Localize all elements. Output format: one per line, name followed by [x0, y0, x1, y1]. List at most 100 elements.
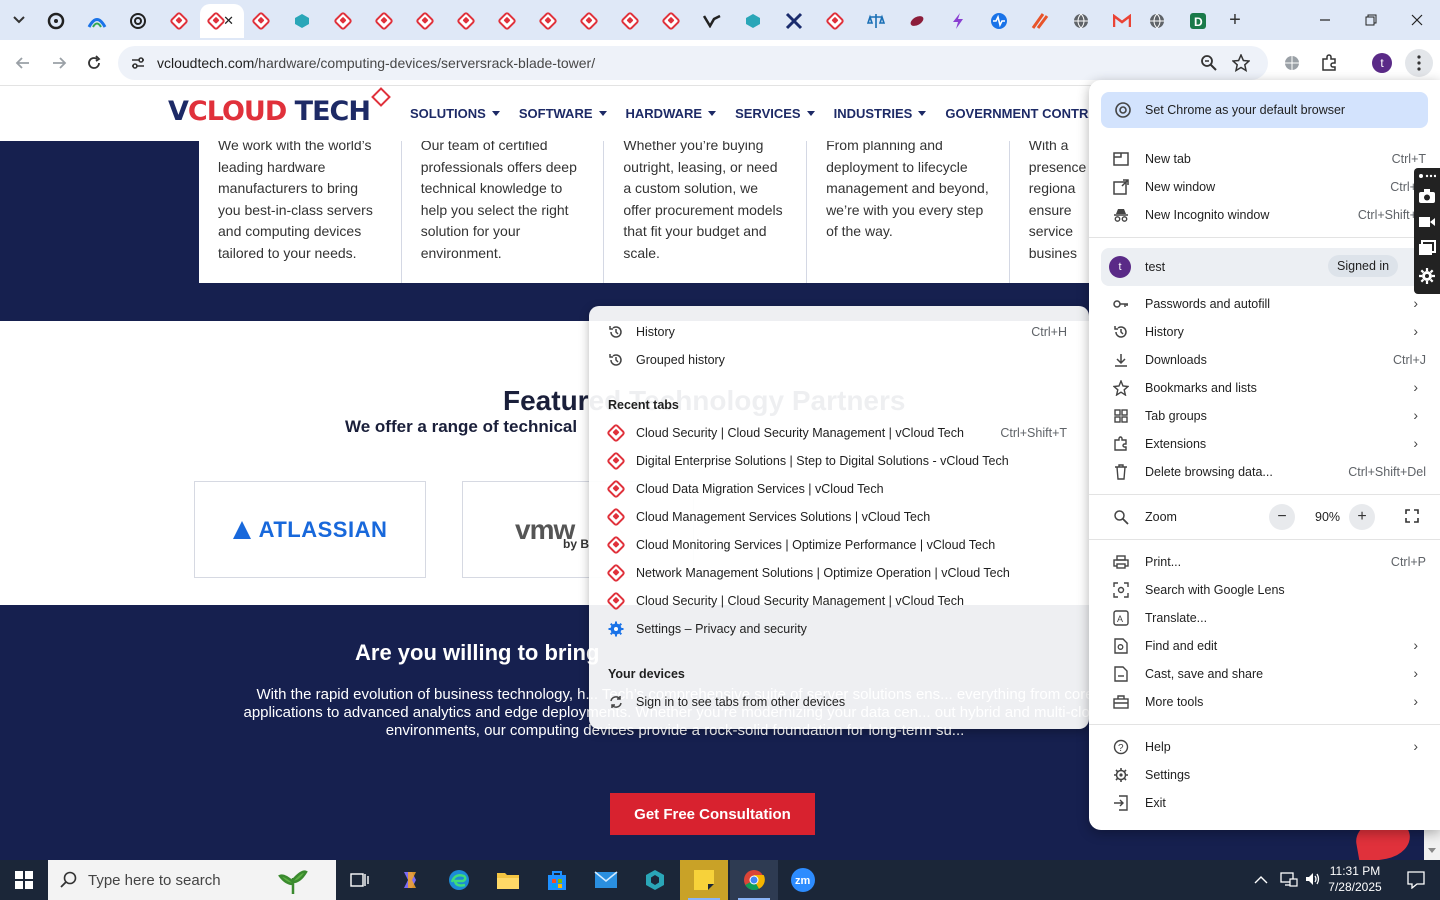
cast-save-share-item[interactable]: Cast, save and share ›: [1089, 660, 1440, 688]
new-window-item[interactable]: New window Ctrl+N: [1089, 173, 1440, 201]
recent-tab-item[interactable]: Cloud Monitoring Services | Optimize Per…: [589, 531, 1089, 559]
tab[interactable]: [159, 4, 199, 38]
chrome-app[interactable]: [730, 860, 778, 900]
nav-solutions[interactable]: SOLUTIONS: [410, 106, 500, 121]
chrome-menu-button[interactable]: [1405, 49, 1433, 77]
exit-item[interactable]: Exit: [1089, 789, 1440, 817]
tab[interactable]: [36, 4, 76, 38]
tab[interactable]: [1061, 4, 1101, 38]
recent-tab-item[interactable]: Cloud Security | Cloud Security Manageme…: [589, 587, 1089, 615]
tab[interactable]: [610, 4, 650, 38]
extensions-item[interactable]: Extensions ›: [1089, 430, 1440, 458]
recent-tab-item[interactable]: Digital Enterprise Solutions | Step to D…: [589, 447, 1089, 475]
tab[interactable]: [405, 4, 445, 38]
window-capture-icon[interactable]: [1417, 238, 1437, 258]
tab[interactable]: [323, 4, 363, 38]
bookmark-star-icon[interactable]: [1231, 53, 1251, 75]
video-icon[interactable]: [1417, 212, 1437, 232]
print-item[interactable]: Print... Ctrl+P: [1089, 548, 1440, 576]
task-view-button[interactable]: [336, 860, 384, 900]
partner-card-atlassian[interactable]: ATLASSIAN: [194, 481, 426, 578]
scroll-down-icon[interactable]: [1424, 846, 1440, 856]
bookmarks-item[interactable]: Bookmarks and lists ›: [1089, 374, 1440, 402]
tab[interactable]: [815, 4, 855, 38]
tab-active[interactable]: ✕: [200, 4, 244, 38]
nav-industries[interactable]: INDUSTRIES: [834, 106, 927, 121]
google-lens-item[interactable]: Search with Google Lens: [1089, 576, 1440, 604]
tab[interactable]: [118, 4, 158, 38]
notifications-button[interactable]: [1392, 860, 1440, 900]
passwords-item[interactable]: Passwords and autofill ›: [1089, 290, 1440, 318]
profile-item[interactable]: t test Signed in ›: [1101, 248, 1440, 286]
camera-icon[interactable]: [1417, 186, 1437, 206]
network-icon[interactable]: [1280, 871, 1298, 890]
tab[interactable]: [364, 4, 404, 38]
new-incognito-item[interactable]: New Incognito window Ctrl+Shift+N: [1089, 201, 1440, 229]
recent-settings-item[interactable]: Settings – Privacy and security: [589, 615, 1089, 643]
tab[interactable]: [774, 4, 814, 38]
set-default-browser-button[interactable]: Set Chrome as your default browser: [1101, 92, 1428, 128]
mail-app[interactable]: [582, 860, 630, 900]
extensions-button[interactable]: [1316, 50, 1342, 76]
history-item[interactable]: History ›: [1089, 318, 1440, 346]
copilot-app[interactable]: [386, 860, 434, 900]
zoom-app[interactable]: zm: [779, 860, 827, 900]
tab[interactable]: [856, 4, 896, 38]
tab[interactable]: [651, 4, 691, 38]
start-button[interactable]: [0, 860, 48, 900]
minimize-button[interactable]: [1310, 8, 1340, 32]
forward-button[interactable]: [46, 50, 72, 76]
downloads-item[interactable]: Downloads Ctrl+J: [1089, 346, 1440, 374]
delete-browsing-data-item[interactable]: Delete browsing data... Ctrl+Shift+Del: [1089, 458, 1440, 486]
nav-software[interactable]: SOFTWARE: [519, 106, 607, 121]
tab[interactable]: D: [1178, 4, 1218, 38]
store-app[interactable]: [533, 860, 581, 900]
tab[interactable]: [77, 4, 117, 38]
fullscreen-button[interactable]: [1405, 509, 1419, 526]
tab[interactable]: [446, 4, 486, 38]
url-text[interactable]: vcloudtech.com/hardware/computing-device…: [157, 55, 595, 71]
profile-button[interactable]: t: [1369, 50, 1395, 76]
tab[interactable]: [241, 4, 281, 38]
clock[interactable]: 11:31 PM 7/28/2025: [1318, 863, 1392, 895]
sticky-notes-app[interactable]: [680, 860, 728, 900]
tab[interactable]: [487, 4, 527, 38]
tab[interactable]: [1020, 4, 1060, 38]
find-and-edit-item[interactable]: Find and edit ›: [1089, 632, 1440, 660]
new-tab-item[interactable]: New tab Ctrl+T: [1089, 145, 1440, 173]
grouped-history-item[interactable]: Grouped history: [589, 346, 1089, 374]
settings-item[interactable]: Settings: [1089, 761, 1440, 789]
translate-extension-button[interactable]: [1279, 50, 1305, 76]
pinned-app[interactable]: [631, 860, 679, 900]
close-tab-icon[interactable]: ✕: [223, 13, 234, 29]
chevron-up-icon[interactable]: [1254, 873, 1268, 888]
nav-hardware[interactable]: HARDWARE: [626, 106, 717, 121]
nav-services[interactable]: SERVICES: [735, 106, 815, 121]
tab-search-button[interactable]: [6, 8, 32, 32]
zoom-in-button[interactable]: +: [1349, 504, 1375, 530]
get-free-consultation-button[interactable]: Get Free Consultation: [610, 793, 815, 835]
vcloud-logo[interactable]: VCLOUD TECH: [168, 87, 391, 132]
taskbar-search-box[interactable]: Type here to search: [48, 860, 336, 900]
tab[interactable]: [1102, 4, 1142, 38]
restore-button[interactable]: [1356, 8, 1386, 32]
back-button[interactable]: [10, 50, 36, 76]
edge-app[interactable]: [435, 860, 483, 900]
tab-groups-item[interactable]: Tab groups ›: [1089, 402, 1440, 430]
sign-in-devices-item[interactable]: Sign in to see tabs from other devices: [589, 688, 1089, 716]
site-info-icon[interactable]: [130, 55, 146, 74]
recent-tab-item[interactable]: Cloud Security | Cloud Security Manageme…: [589, 419, 1089, 447]
recent-tab-item[interactable]: Cloud Data Migration Services | vCloud T…: [589, 475, 1089, 503]
tab[interactable]: [282, 4, 322, 38]
tab[interactable]: [897, 4, 937, 38]
gear-icon[interactable]: [1417, 266, 1437, 286]
tab[interactable]: [1137, 4, 1177, 38]
tab[interactable]: [692, 4, 732, 38]
more-tools-item[interactable]: More tools ›: [1089, 688, 1440, 716]
recent-tab-item[interactable]: Network Management Solutions | Optimize …: [589, 559, 1089, 587]
zoom-icon[interactable]: [1200, 54, 1218, 75]
tab[interactable]: [569, 4, 609, 38]
history-item[interactable]: History Ctrl+H: [589, 318, 1089, 346]
address-bar[interactable]: vcloudtech.com/hardware/computing-device…: [118, 46, 1268, 80]
tab[interactable]: [938, 4, 978, 38]
